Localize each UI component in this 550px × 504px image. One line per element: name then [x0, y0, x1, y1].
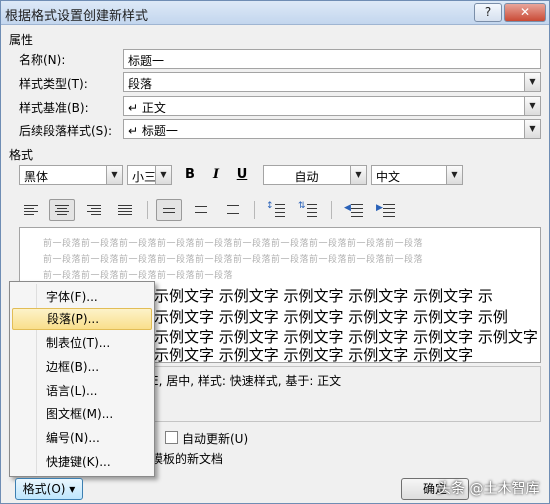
increase-indent-icon[interactable]: ▶	[373, 199, 399, 221]
font-size-value: 小三	[132, 170, 157, 184]
menu-item-shortcut-key[interactable]: 快捷键(K)...	[12, 451, 152, 473]
font-size-select[interactable]: 小三 ▼	[127, 165, 172, 185]
based-on-value: ↵ 正文	[128, 101, 166, 115]
chevron-down-icon[interactable]: ▼	[106, 166, 122, 184]
chevron-down-icon[interactable]: ▼	[524, 97, 540, 115]
menu-item-border[interactable]: 边框(B)...	[12, 356, 152, 378]
font-color-select[interactable]: 自动 ▼	[263, 165, 367, 185]
decrease-spacing-icon[interactable]: ⇅	[295, 199, 321, 221]
justify-icon[interactable]	[112, 199, 138, 221]
following-style-label: 后续段落样式(S):	[19, 124, 113, 138]
based-on-select[interactable]: ↵ 正文 ▼	[123, 96, 541, 116]
sample-text-line: 示例文字 示例文字 示例文字 示例文字 示例文字 示	[154, 287, 493, 305]
properties-section-label: 属性	[9, 33, 34, 47]
one-half-spacing-icon[interactable]	[188, 199, 214, 221]
previous-paragraph-text: 前一段落前一段落前一段落前一段落前一段落	[43, 271, 234, 281]
decrease-indent-icon[interactable]: ◀	[341, 199, 367, 221]
menu-item-tabs[interactable]: 制表位(T)...	[12, 332, 152, 354]
chevron-down-icon[interactable]: ▼	[524, 120, 540, 138]
based-on-label: 样式基准(B):	[19, 101, 89, 115]
format-dropdown-button[interactable]: 格式(O) ▾	[15, 478, 83, 500]
align-right-icon[interactable]	[81, 199, 107, 221]
following-style-value: ↵ 标题一	[128, 124, 178, 138]
new-documents-template-label[interactable]: 模板的新文档	[151, 450, 223, 467]
previous-paragraph-text: 前一段落前一段落前一段落前一段落前一段落前一段落前一段落前一段落前一段落前一段落	[43, 255, 424, 265]
title-bar: 根据格式设置创建新样式 ? ✕	[1, 1, 549, 25]
help-button[interactable]: ?	[474, 3, 502, 22]
name-label: 名称(N):	[19, 53, 66, 67]
align-center-icon[interactable]	[49, 199, 75, 221]
close-button[interactable]: ✕	[504, 3, 546, 22]
chevron-down-icon[interactable]: ▼	[155, 166, 171, 184]
watermark-text: 头条 @土木智库	[437, 481, 540, 497]
bold-button[interactable]: B	[180, 164, 200, 185]
auto-update-label[interactable]: 自动更新(U)	[182, 430, 248, 447]
sample-text-line: 示例文字 示例文字 示例文字 示例文字 示例文字 示例	[154, 308, 508, 326]
italic-button[interactable]: I	[206, 164, 226, 185]
font-select[interactable]: 黑体 ▼	[19, 165, 123, 185]
menu-item-frame[interactable]: 图文框(M)...	[12, 403, 152, 425]
menu-item-font[interactable]: 字体(F)...	[12, 286, 152, 308]
dialog-title: 根据格式设置创建新样式	[5, 9, 149, 24]
following-style-select[interactable]: ↵ 标题一 ▼	[123, 119, 541, 139]
increase-spacing-icon[interactable]: ↕	[263, 199, 289, 221]
menu-item-numbering[interactable]: 编号(N)...	[12, 427, 152, 449]
toolbar-divider	[331, 201, 332, 219]
create-style-dialog: 根据格式设置创建新样式 ? ✕ 属性 名称(N): 标题一 样式类型(T): 段…	[0, 0, 550, 504]
previous-paragraph-text: 前一段落前一段落前一段落前一段落前一段落前一段落前一段落前一段落前一段落前一段落	[43, 239, 424, 249]
name-input[interactable]: 标题一	[123, 49, 541, 69]
chevron-down-icon[interactable]: ▼	[350, 166, 366, 184]
toolbar-divider	[147, 201, 148, 219]
chevron-down-icon[interactable]: ▼	[524, 73, 540, 91]
language-select[interactable]: 中文 ▼	[371, 165, 463, 185]
align-left-icon[interactable]	[19, 199, 45, 221]
menu-item-language[interactable]: 语言(L)...	[12, 380, 152, 402]
chevron-down-icon[interactable]: ▼	[446, 166, 462, 184]
auto-update-checkbox[interactable]	[165, 431, 178, 444]
menu-item-paragraph[interactable]: 段落(P)...	[12, 308, 152, 330]
style-type-select[interactable]: 段落 ▼	[123, 72, 541, 92]
style-description-text: E, 居中, 样式: 快速样式, 基于: 正文	[151, 374, 342, 388]
single-spacing-icon[interactable]	[156, 199, 182, 221]
format-menu: 字体(F)... 段落(P)... 制表位(T)... 边框(B)... 语言(…	[9, 281, 155, 477]
toolbar-divider	[254, 201, 255, 219]
sample-text-line: 示例文字 示例文字 示例文字 示例文字 示例文字	[154, 346, 474, 363]
font-color-value: 自动	[294, 170, 319, 184]
format-section-label: 格式	[9, 148, 34, 162]
name-value: 标题一	[128, 54, 165, 68]
font-value: 黑体	[24, 170, 49, 184]
underline-button[interactable]: U	[232, 164, 252, 185]
double-spacing-icon[interactable]	[220, 199, 246, 221]
language-value: 中文	[376, 170, 401, 184]
style-type-value: 段落	[128, 77, 153, 91]
style-type-label: 样式类型(T):	[19, 77, 88, 91]
